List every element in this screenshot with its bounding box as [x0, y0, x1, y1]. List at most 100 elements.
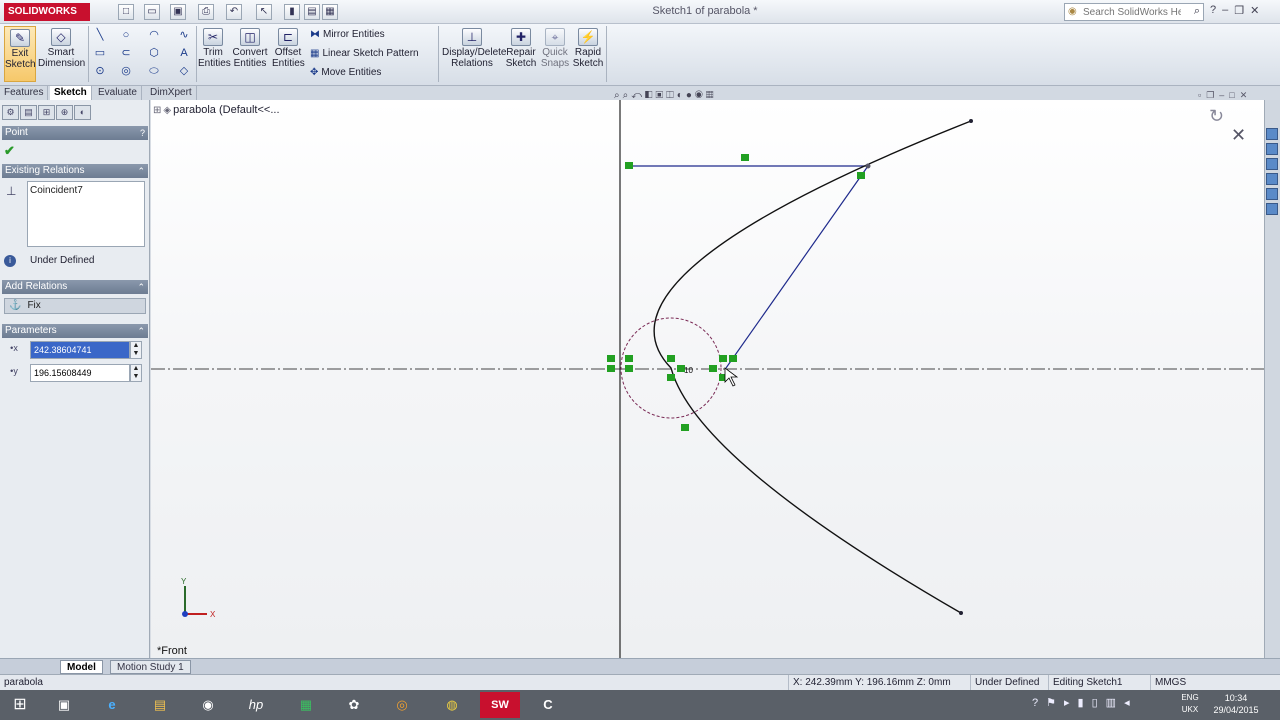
custom-properties-icon[interactable]	[1266, 203, 1278, 215]
save-icon[interactable]: ▣	[170, 4, 186, 20]
media-app-icon[interactable]: ◉	[188, 692, 228, 718]
trim-entities-button[interactable]: ✂ Trim Entities	[198, 26, 231, 82]
configuration-manager-tab-icon[interactable]: ⊞	[38, 105, 55, 120]
slot-icon[interactable]: ⊂	[118, 46, 134, 60]
linear-sketch-pattern-button[interactable]: ▦ Linear Sketch Pattern	[310, 48, 419, 59]
options-icon[interactable]: ▦	[322, 4, 338, 20]
existing-relations-header[interactable]: Existing Relations ⌃	[2, 164, 148, 178]
relation-marker-icon[interactable]	[607, 365, 615, 372]
feature-tree-part-label[interactable]: parabola (Default<<...	[173, 104, 279, 116]
text-icon[interactable]: A	[176, 46, 192, 60]
view-settings-icon[interactable]: ▦	[706, 90, 717, 101]
flyout-feature-tree[interactable]: ⊞ ◈ parabola (Default<<...	[153, 104, 280, 116]
fillet-icon[interactable]: ◎	[118, 64, 134, 78]
collapse-icon[interactable]: ⌃	[137, 324, 145, 338]
relation-marker-icon[interactable]	[681, 424, 689, 431]
feature-manager-tab-icon[interactable]: ⚙	[2, 105, 19, 120]
internet-explorer-icon[interactable]: e	[92, 692, 132, 718]
mirror-entities-button[interactable]: ⧓ Mirror Entities	[310, 29, 385, 40]
signal-icon[interactable]: ▯	[1092, 697, 1106, 709]
tab-features[interactable]: Features	[0, 86, 49, 100]
restore-icon[interactable]: ❐	[1206, 90, 1219, 100]
smart-dimension-button[interactable]: ◇ Smart Dimension	[38, 26, 85, 82]
hide-show-icon[interactable]: ◐	[677, 90, 686, 101]
arrow-tray-icon[interactable]: ▸	[1064, 697, 1078, 709]
sketch-point[interactable]	[865, 163, 871, 169]
zoom-to-fit-icon[interactable]: ⌕	[614, 90, 623, 101]
tab-evaluate[interactable]: Evaluate	[94, 86, 142, 100]
dimension-label[interactable]: 10	[684, 366, 693, 375]
parabola-endpoint[interactable]	[959, 611, 963, 615]
open-folder-icon[interactable]: ▭	[144, 4, 160, 20]
rebuild-icon[interactable]: ▮	[284, 4, 300, 20]
view-orientation-icon[interactable]: ▣	[656, 90, 667, 101]
exit-sketch-button[interactable]: ✎ Exit Sketch	[4, 26, 36, 82]
system-clock[interactable]: 10:34 29/04/2015	[1206, 692, 1266, 716]
status-units[interactable]: MMGS	[1150, 675, 1190, 691]
new-document-icon[interactable]: □	[118, 4, 134, 20]
help-icon[interactable]: ?	[140, 126, 145, 140]
y-coordinate-input[interactable]	[30, 364, 130, 382]
tile-icon[interactable]: ▫	[1198, 90, 1206, 100]
battery-icon[interactable]: ▮	[1078, 697, 1092, 709]
relation-marker-icon[interactable]	[667, 374, 675, 381]
tab-dimxpert[interactable]: DimXpert	[146, 86, 197, 100]
restore-icon[interactable]: ❐	[1234, 4, 1244, 20]
print-icon[interactable]: ⎙	[198, 4, 214, 20]
solidworks-taskbar-icon[interactable]: SW	[480, 692, 520, 718]
parameters-header[interactable]: Parameters ⌃	[2, 324, 148, 338]
display-style-icon[interactable]: ◫	[666, 90, 677, 101]
help-search-box[interactable]: ◉ ⌕	[1064, 3, 1204, 21]
help-icon[interactable]: ?	[1210, 4, 1216, 20]
spline-icon[interactable]: ∿	[176, 28, 192, 42]
apply-scene-icon[interactable]: ◉	[695, 90, 706, 101]
relation-marker-icon[interactable]	[741, 154, 749, 161]
design-library-icon[interactable]	[1266, 143, 1278, 155]
parabola-curve[interactable]	[653, 120, 972, 614]
chrome-icon[interactable]: ◍	[432, 692, 472, 718]
cancel-sketch-icon[interactable]: ✕	[1231, 125, 1246, 146]
ok-checkmark-icon[interactable]: ✔	[4, 143, 15, 159]
search-icon[interactable]: ⌕	[1194, 5, 1200, 18]
existing-relations-list[interactable]: Coincident7	[27, 181, 145, 247]
appearances-icon[interactable]	[1266, 188, 1278, 200]
undo-icon[interactable]: ↶	[226, 4, 242, 20]
collapse-icon[interactable]: ⌃	[137, 164, 145, 178]
excel-icon[interactable]: ▦	[286, 692, 326, 718]
network-icon[interactable]: ▥	[1106, 697, 1124, 709]
camtasia-icon[interactable]: C	[528, 692, 568, 718]
move-entities-button[interactable]: ✥ Move Entities	[310, 67, 381, 78]
convert-entities-button[interactable]: ◫ Convert Entities	[232, 26, 268, 82]
relation-marker-icon[interactable]	[857, 172, 865, 179]
tab-motion-study[interactable]: Motion Study 1	[110, 660, 191, 674]
relation-marker-icon[interactable]	[709, 365, 717, 372]
solidworks-resources-icon[interactable]	[1266, 128, 1278, 140]
relation-marker-icon[interactable]	[667, 355, 675, 362]
flag-tray-icon[interactable]: ⚑	[1046, 697, 1064, 709]
relation-marker-icon[interactable]	[719, 355, 727, 362]
select-arrow-icon[interactable]: ↖	[256, 4, 272, 20]
relation-marker-icon[interactable]	[625, 162, 633, 169]
hp-app-icon[interactable]: hp	[236, 692, 276, 718]
x-coordinate-input[interactable]	[30, 341, 130, 359]
arc-icon[interactable]: ◠	[146, 28, 162, 42]
view-palette-icon[interactable]	[1266, 173, 1278, 185]
relation-marker-icon[interactable]	[625, 355, 633, 362]
file-explorer-icon[interactable]: ▤	[140, 692, 180, 718]
display-manager-tab-icon[interactable]: ◐	[74, 105, 91, 120]
line-icon[interactable]: ╲	[92, 28, 108, 42]
point-icon[interactable]: ⊙	[92, 64, 108, 78]
close-icon[interactable]: ✕	[1250, 4, 1259, 20]
rapid-sketch-button[interactable]: ⚡ Rapid Sketch	[572, 26, 604, 82]
tab-model[interactable]: Model	[60, 660, 103, 674]
close-icon[interactable]: ✕	[1240, 90, 1253, 100]
sketch-canvas[interactable]: 10 X Y	[151, 100, 1264, 658]
volume-icon[interactable]: ◂	[1124, 697, 1138, 709]
repair-sketch-button[interactable]: ✚ Repair Sketch	[504, 26, 538, 82]
rectangle-icon[interactable]: ▭	[92, 46, 108, 60]
quick-snaps-button[interactable]: ⌖ Quick Snaps	[540, 26, 570, 82]
circle-icon[interactable]: ○	[118, 28, 134, 42]
display-delete-relations-button[interactable]: ⊥ Display/Delete Relations	[442, 26, 506, 82]
file-properties-icon[interactable]: ▤	[304, 4, 320, 20]
relation-marker-icon[interactable]	[729, 355, 737, 362]
